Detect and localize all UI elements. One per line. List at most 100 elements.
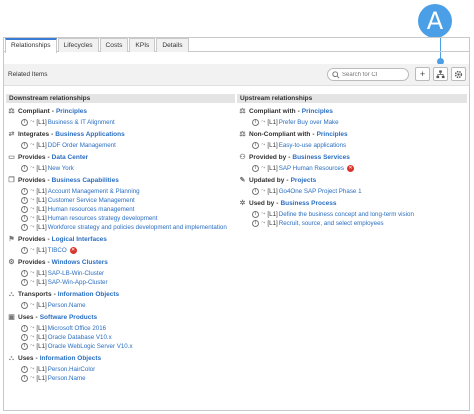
info-icon[interactable]: i <box>21 142 28 149</box>
item-link[interactable]: Business & IT Alignment <box>48 118 115 127</box>
tab-lifecycles[interactable]: Lifecycles <box>57 38 99 52</box>
info-icon[interactable]: i <box>21 224 28 231</box>
tab-relationships[interactable]: Relationships <box>5 38 57 53</box>
info-icon[interactable]: i <box>252 188 259 195</box>
item-link[interactable]: Microsoft Office 2016 <box>48 324 106 333</box>
info-icon[interactable]: i <box>21 270 28 277</box>
settings-button[interactable] <box>451 67 466 81</box>
info-icon[interactable]: i <box>21 206 28 213</box>
info-icon[interactable]: i <box>21 343 28 350</box>
relationship-group-title: ⚖ Compliant - Principles <box>7 106 236 118</box>
relation-icon[interactable]: ⤳ <box>261 164 265 173</box>
item-level: [L1] <box>36 366 47 373</box>
relation-icon[interactable]: ⤳ <box>30 278 34 287</box>
relation-icon[interactable]: ⤳ <box>261 219 265 228</box>
relation-icon[interactable]: ⤳ <box>30 214 34 223</box>
list-item: i ⤳ [L1] SAP Human Resources ✕ <box>238 164 468 173</box>
relation-icon[interactable]: ⤳ <box>30 342 34 351</box>
relationship-target-link[interactable]: Information Objects <box>58 289 119 301</box>
info-icon[interactable]: i <box>21 279 28 286</box>
info-icon[interactable]: i <box>21 375 28 382</box>
relationship-target-link[interactable]: Information Objects <box>40 353 101 365</box>
info-icon[interactable]: i <box>21 215 28 222</box>
relationship-target-link[interactable]: Windows Clusters <box>52 257 108 269</box>
info-icon[interactable]: i <box>252 165 259 172</box>
relation-icon[interactable]: ⤳ <box>30 196 34 205</box>
item-link[interactable]: Human resources management <box>48 205 135 214</box>
item-link[interactable]: Go4One SAP Project Phase 1 <box>279 187 362 196</box>
relation-icon[interactable]: ⤳ <box>30 223 34 232</box>
relation-icon[interactable]: ⤳ <box>30 365 34 374</box>
info-icon[interactable]: i <box>21 302 28 309</box>
item-level: [L1] <box>36 224 47 231</box>
relation-icon[interactable]: ⤳ <box>30 301 34 310</box>
item-link[interactable]: Prefer Buy over Make <box>279 118 339 127</box>
relation-icon[interactable]: ⤳ <box>261 118 265 127</box>
item-link[interactable]: Workforce strategy and policies developm… <box>48 223 227 232</box>
item-link[interactable]: SAP Human Resources <box>279 164 344 173</box>
item-link[interactable]: Person.HairColor <box>48 365 95 374</box>
relation-icon[interactable]: ⤳ <box>30 141 34 150</box>
relationship-target-link[interactable]: Logical Interfaces <box>52 234 107 246</box>
relation-icon[interactable]: ⤳ <box>30 205 34 214</box>
info-icon[interactable]: i <box>21 197 28 204</box>
info-icon[interactable]: i <box>21 165 28 172</box>
relation-icon[interactable]: ⤳ <box>30 187 34 196</box>
relationship-target-link[interactable]: Business Services <box>292 152 349 164</box>
item-link[interactable]: Define the business concept and long-ter… <box>279 210 414 219</box>
item-link[interactable]: Customer Service Management <box>48 196 135 205</box>
item-link[interactable]: Human resources strategy development <box>48 214 158 223</box>
relationship-target-link[interactable]: Projects <box>291 175 317 187</box>
info-icon[interactable]: i <box>252 220 259 227</box>
info-icon[interactable]: i <box>21 188 28 195</box>
item-link[interactable]: Account Management & Planning <box>48 187 140 196</box>
info-icon[interactable]: i <box>21 247 28 254</box>
relationship-target-link[interactable]: Principles <box>302 106 333 118</box>
relationship-target-link[interactable]: Business Process <box>280 198 336 210</box>
relationship-target-link[interactable]: Principles <box>317 129 348 141</box>
relation-icon[interactable]: ⤳ <box>30 164 34 173</box>
item-link[interactable]: SAP-Win-App-Cluster <box>48 278 108 287</box>
relation-icon[interactable]: ⤳ <box>261 210 265 219</box>
item-link[interactable]: DDF Order Management <box>48 141 116 150</box>
info-icon[interactable]: i <box>21 325 28 332</box>
search-input[interactable] <box>342 70 406 80</box>
relation-icon[interactable]: ⤳ <box>30 333 34 342</box>
relation-icon[interactable]: ⤳ <box>30 118 34 127</box>
info-icon[interactable]: i <box>21 334 28 341</box>
relation-icon[interactable]: ⤳ <box>30 324 34 333</box>
add-button[interactable]: + <box>415 67 430 81</box>
search-box[interactable] <box>327 68 409 81</box>
tab-kpis[interactable]: KPIs <box>129 38 156 52</box>
info-icon[interactable]: i <box>21 366 28 373</box>
relation-icon[interactable]: ⤳ <box>30 269 34 278</box>
item-link[interactable]: SAP-LB-Win-Cluster <box>48 269 104 278</box>
item-link[interactable]: Person.Name <box>48 374 86 383</box>
info-icon[interactable]: i <box>21 119 28 126</box>
info-icon[interactable]: i <box>252 211 259 218</box>
relationship-target-link[interactable]: Data Center <box>52 152 88 164</box>
item-link[interactable]: TIBCO <box>48 246 67 255</box>
relationship-group-title: ⇄ Integrates - Business Applications <box>7 129 236 141</box>
relation-icon[interactable]: ⤳ <box>261 141 265 150</box>
relationship-target-link[interactable]: Software Products <box>40 312 97 324</box>
relationship-target-link[interactable]: Business Capabilities <box>52 175 119 187</box>
item-link[interactable]: New York <box>48 164 74 173</box>
relationship-target-link[interactable]: Principles <box>56 106 87 118</box>
item-link[interactable]: Person.Name <box>48 301 86 310</box>
relation-icon[interactable]: ⤳ <box>30 374 34 383</box>
relationship-target-link[interactable]: Business Applications <box>55 129 124 141</box>
info-icon[interactable]: i <box>252 119 259 126</box>
item-link[interactable]: Easy-to-use applications <box>279 141 346 150</box>
tab-details[interactable]: Details <box>156 38 189 52</box>
tab-costs[interactable]: Costs <box>99 38 129 52</box>
relation-icon[interactable]: ⤳ <box>30 246 34 255</box>
separator: - <box>53 291 56 298</box>
relation-icon[interactable]: ⤳ <box>261 187 265 196</box>
item-link[interactable]: Recruit, source, and select employees <box>279 219 384 228</box>
relationship-type: Provided by <box>249 154 287 161</box>
item-link[interactable]: Oracle WebLogic Server V10.x <box>48 342 133 351</box>
item-link[interactable]: Oracle Database V10.x <box>48 333 112 342</box>
hierarchy-view-button[interactable] <box>433 67 448 81</box>
info-icon[interactable]: i <box>252 142 259 149</box>
